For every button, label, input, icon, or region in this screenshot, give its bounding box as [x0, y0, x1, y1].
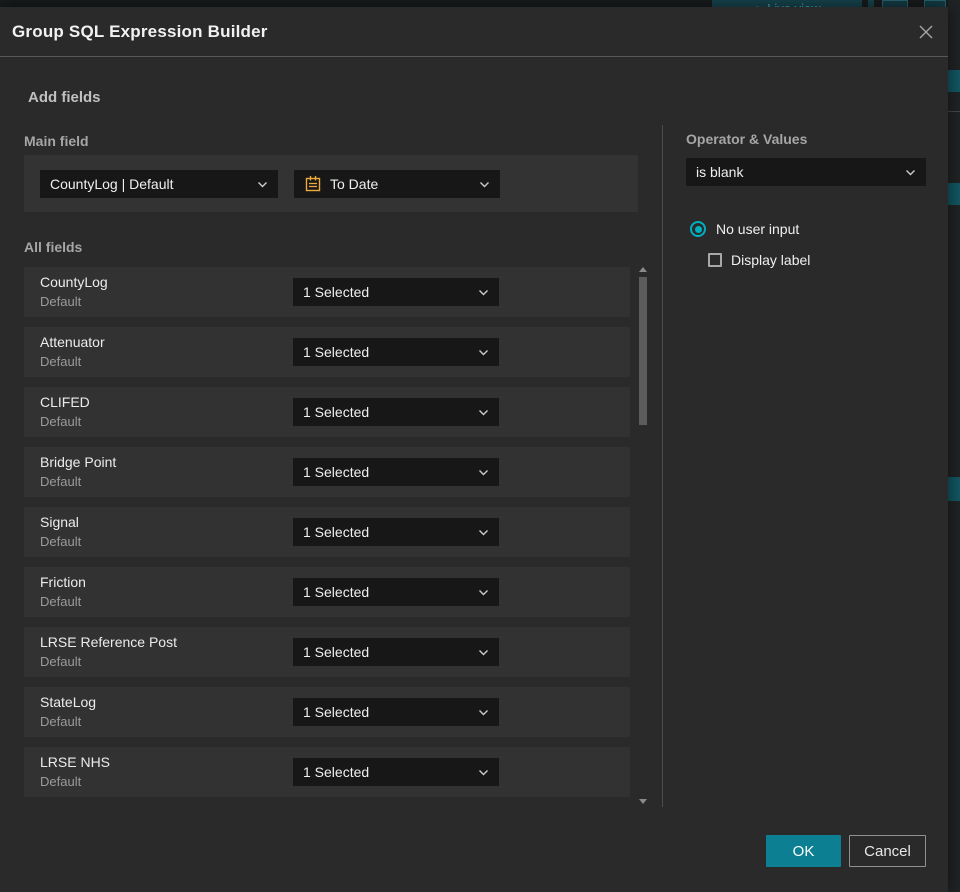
group-sql-expression-builder-dialog: Group SQL Expression Builder Add fields … [0, 7, 948, 892]
field-selection-dropdown[interactable]: 1 Selected [293, 338, 499, 366]
chevron-down-icon [479, 649, 488, 655]
field-selection-dropdown[interactable]: 1 Selected [293, 518, 499, 546]
close-icon [919, 25, 933, 39]
field-sublabel: Default [40, 534, 82, 549]
add-fields-heading: Add fields [28, 89, 101, 106]
field-name: Attenuator [40, 334, 105, 350]
field-selection-value: 1 Selected [303, 284, 370, 300]
field-sublabel: Default [40, 294, 82, 309]
field-name: LRSE NHS [40, 754, 111, 770]
field-row-countylog: CountyLog Default 1 Selected [24, 267, 630, 317]
main-field-row: CountyLog | Default To Date [24, 155, 638, 212]
field-row-clifed: CLIFED Default 1 Selected [24, 387, 630, 437]
field-name: Signal [40, 514, 79, 530]
scrollbar-thumb[interactable] [639, 277, 647, 425]
field-selection-dropdown[interactable]: 1 Selected [293, 578, 499, 606]
background-teal-block [948, 477, 960, 501]
checkbox-unchecked-icon [708, 253, 722, 267]
field-selection-value: 1 Selected [303, 584, 370, 600]
background-teal-block [948, 70, 960, 92]
no-user-input-radio[interactable]: No user input [690, 221, 799, 237]
dialog-title: Group SQL Expression Builder [12, 22, 268, 41]
background-divider [948, 111, 960, 112]
field-selection-dropdown[interactable]: 1 Selected [293, 698, 499, 726]
dialog-header: Group SQL Expression Builder [0, 7, 948, 57]
calendar-date-icon [305, 176, 321, 192]
field-sublabel: Default [40, 414, 82, 429]
all-fields-label: All fields [24, 239, 83, 255]
chevron-down-icon [479, 529, 488, 535]
background-app-right-sliver [948, 0, 960, 892]
field-selection-dropdown[interactable]: 1 Selected [293, 458, 499, 486]
display-label-checkbox[interactable]: Display label [708, 252, 810, 268]
field-selection-value: 1 Selected [303, 644, 370, 660]
field-selection-dropdown[interactable]: 1 Selected [293, 638, 499, 666]
field-name: Friction [40, 574, 86, 590]
field-selection-dropdown[interactable]: 1 Selected [293, 398, 499, 426]
operator-dropdown-value: is blank [696, 164, 744, 180]
field-sublabel: Default [40, 594, 82, 609]
main-field-label: Main field [24, 133, 89, 149]
fields-list-scrollbar[interactable] [638, 263, 648, 809]
column-divider [662, 125, 663, 807]
scroll-down-arrow-icon[interactable] [639, 799, 647, 804]
screen: ● Live view Group SQL Expression Builder… [0, 0, 960, 892]
display-label-text: Display label [731, 252, 811, 268]
close-button[interactable] [914, 20, 938, 44]
chevron-down-icon [906, 169, 915, 175]
field-name: StateLog [40, 694, 97, 710]
operator-values-label: Operator & Values [686, 131, 808, 147]
background-teal-block [948, 183, 960, 205]
field-row-statelog: StateLog Default 1 Selected [24, 687, 630, 737]
field-selection-value: 1 Selected [303, 344, 370, 360]
chevron-down-icon [479, 589, 488, 595]
field-selection-value: 1 Selected [303, 464, 370, 480]
chevron-down-icon [479, 409, 488, 415]
cancel-button[interactable]: Cancel [849, 835, 926, 867]
operator-dropdown[interactable]: is blank [686, 158, 926, 186]
chevron-down-icon [479, 769, 488, 775]
field-sublabel: Default [40, 714, 82, 729]
field-selection-dropdown[interactable]: 1 Selected [293, 758, 499, 786]
live-view-toggle[interactable]: ● Live view [712, 0, 862, 7]
main-field-statistic-value: To Date [330, 176, 379, 192]
field-selection-dropdown[interactable]: 1 Selected [293, 278, 499, 306]
field-row-lrse-reference-post: LRSE Reference Post Default 1 Selected [24, 627, 630, 677]
field-selection-value: 1 Selected [303, 524, 370, 540]
background-button [924, 0, 946, 7]
field-row-signal: Signal Default 1 Selected [24, 507, 630, 557]
field-sublabel: Default [40, 474, 82, 489]
field-sublabel: Default [40, 654, 82, 669]
main-field-dropdown[interactable]: CountyLog | Default [40, 170, 278, 198]
scroll-up-arrow-icon[interactable] [639, 267, 647, 272]
field-name: CLIFED [40, 394, 90, 410]
no-user-input-label: No user input [716, 221, 800, 237]
field-selection-value: 1 Selected [303, 704, 370, 720]
field-name: CountyLog [40, 274, 108, 290]
chevron-down-icon [479, 709, 488, 715]
field-name: LRSE Reference Post [40, 634, 177, 650]
field-selection-value: 1 Selected [303, 764, 370, 780]
chevron-down-icon [479, 349, 488, 355]
field-sublabel: Default [40, 354, 82, 369]
field-row-attenuator: Attenuator Default 1 Selected [24, 327, 630, 377]
field-row-lrse-nhs: LRSE NHS Default 1 Selected [24, 747, 630, 797]
main-field-statistic-dropdown[interactable]: To Date [294, 170, 500, 198]
chevron-down-icon [479, 289, 488, 295]
field-row-bridge-point: Bridge Point Default 1 Selected [24, 447, 630, 497]
field-row-friction: Friction Default 1 Selected [24, 567, 630, 617]
field-sublabel: Default [40, 774, 82, 789]
radio-selected-icon [690, 221, 706, 237]
field-selection-value: 1 Selected [303, 404, 370, 420]
chevron-down-icon [479, 469, 488, 475]
ok-button[interactable]: OK [766, 835, 841, 867]
field-name: Bridge Point [40, 454, 117, 470]
chevron-down-icon [480, 181, 489, 187]
background-button [882, 0, 908, 7]
chevron-down-icon [258, 181, 267, 187]
main-field-dropdown-value: CountyLog | Default [50, 176, 174, 192]
background-button [868, 0, 874, 7]
background-app-top-strip: ● Live view [0, 0, 960, 7]
